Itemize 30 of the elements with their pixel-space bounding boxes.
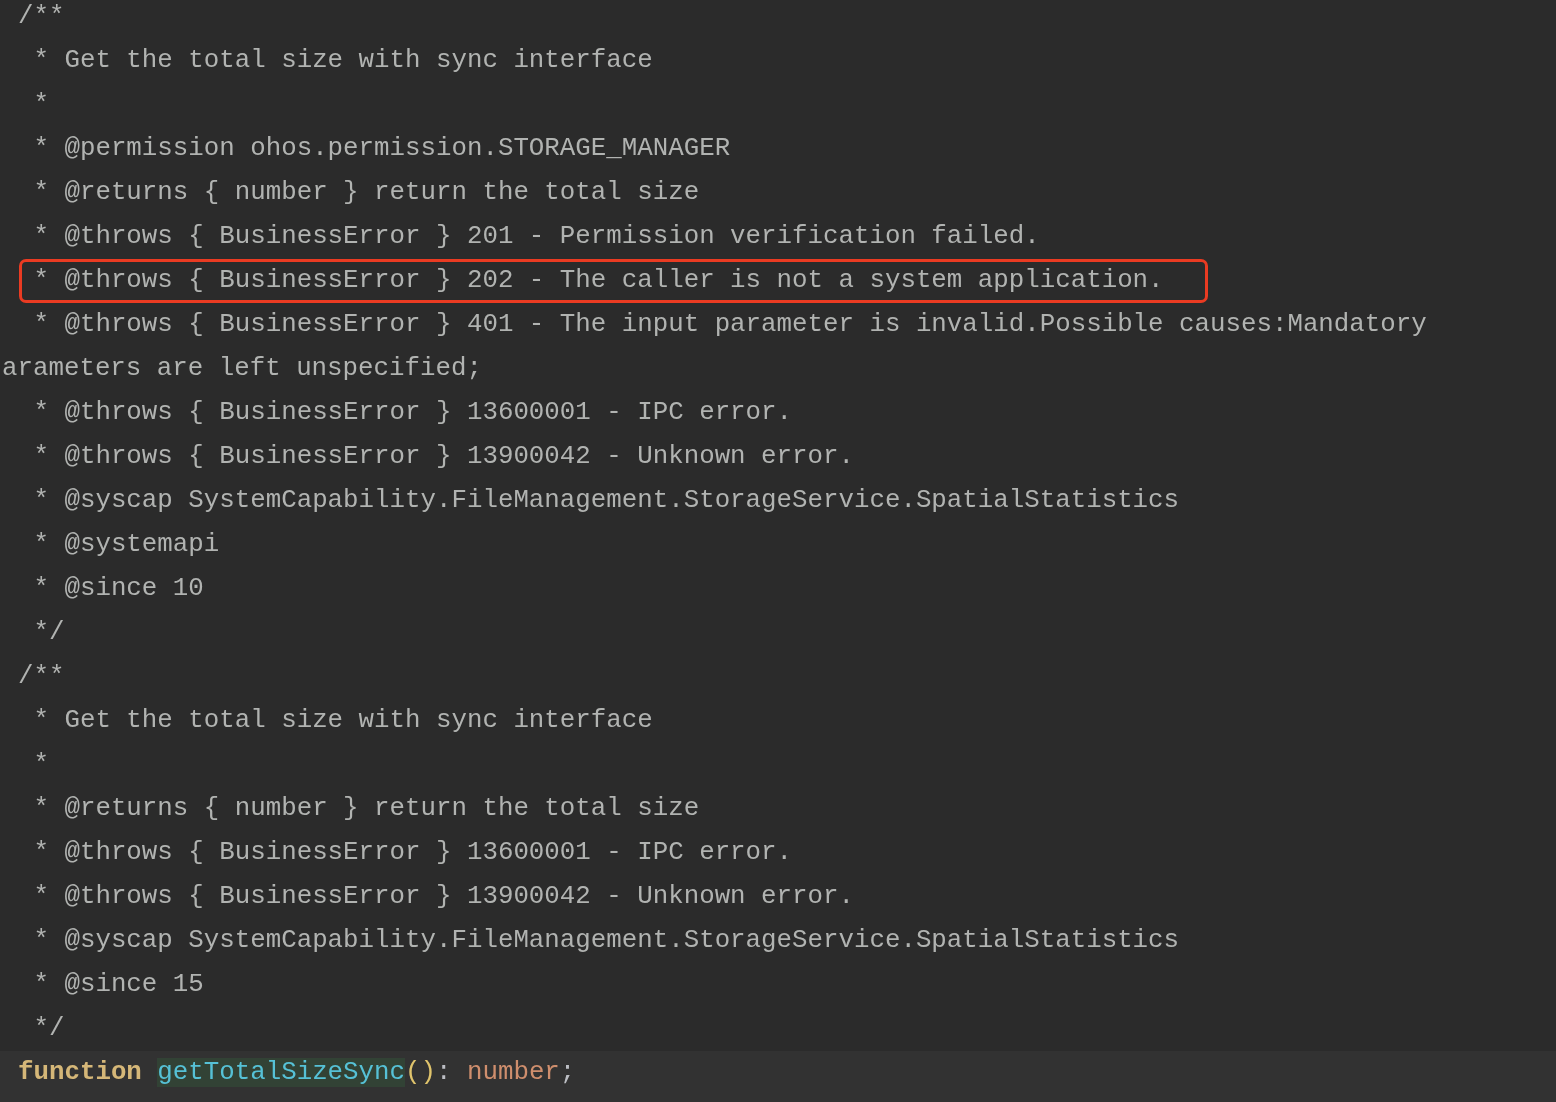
comment-line: * @returns { number } return the total size [32, 793, 701, 825]
parentheses: () [405, 1058, 436, 1087]
comment-line: * @throws { BusinessError } 13900042 - Unknown error. [32, 441, 855, 473]
colon: : [436, 1058, 453, 1087]
comment-line: * [32, 749, 50, 781]
comment-line: arameters are left unspecified; [1, 353, 483, 385]
comment-line: */ [32, 1013, 66, 1045]
comment-line: * Get the total size with sync interface [32, 45, 654, 77]
keyword: function [18, 1058, 142, 1087]
comment-line: * @throws { BusinessError } 13600001 - IPC error. [32, 837, 794, 869]
comment-line: * @throws { BusinessError } 13900042 - Unknown error. [32, 881, 855, 913]
comment-line: * @systemapi [32, 529, 221, 561]
comment-line: * [32, 89, 50, 121]
function-name: getTotalSizeSync [157, 1058, 406, 1087]
comment-line: * @syscap SystemCapability.FileManagement.StorageService.SpatialStatistics [32, 925, 1181, 957]
comment-line: * @permission ohos.permission.STORAGE_MANAGER [32, 133, 732, 165]
comment-line: * @throws { BusinessError } 201 - Permission verification failed. [32, 221, 1041, 253]
comment-line: * @since 10 [32, 573, 205, 605]
comment-line: * @throws { BusinessError } 202 - The caller is not a system application. [32, 265, 1164, 297]
comment-line: * @throws { BusinessError } 13600001 - IPC error. [32, 397, 794, 429]
comment-line: * Get the total size with sync interface [32, 705, 654, 737]
comment-line: * @returns { number } return the total size [32, 177, 701, 209]
comment-line: /** [17, 1, 66, 33]
semicolon: ; [559, 1058, 576, 1087]
comment-line: */ [32, 617, 66, 649]
comment-line: /** [17, 661, 66, 693]
comment-line: * @since 15 [32, 969, 205, 1001]
comment-line: * @throws { BusinessError } 401 - The input parameter is invalid.Possible causes:Mandatory [32, 309, 1428, 341]
comment-line: * @syscap SystemCapability.FileManagement.StorageService.SpatialStatistics [32, 485, 1181, 517]
type-name: number [466, 1058, 560, 1087]
